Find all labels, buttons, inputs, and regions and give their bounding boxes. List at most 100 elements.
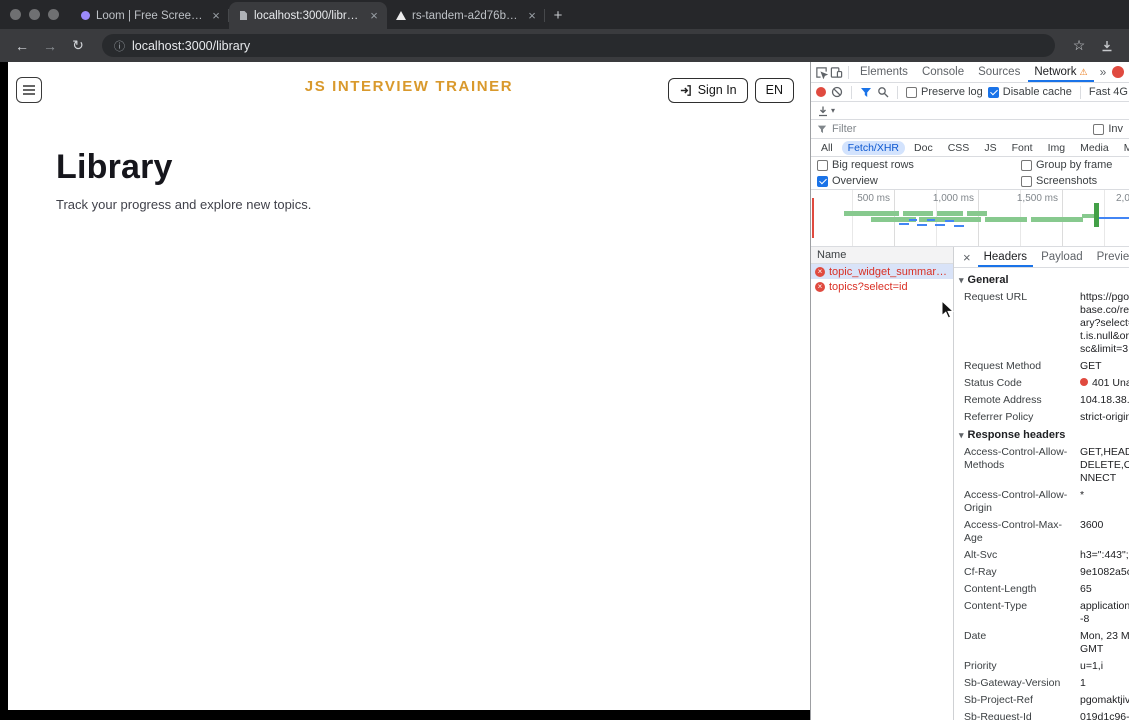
browser-window: Loom | Free Screen & Video R × localhost… <box>0 0 1129 720</box>
network-filter-bar: Inv <box>811 120 1129 139</box>
page-favicon <box>238 11 248 21</box>
timeline-label: 1,500 ms <box>1016 193 1058 204</box>
page-main: Library Track your progress and explore … <box>8 108 810 212</box>
more-panels-icon[interactable]: » <box>1096 65 1111 79</box>
request-row[interactable]: × topic_widget_summary?sele… <box>811 264 953 279</box>
type-filter-img[interactable]: Img <box>1042 141 1072 155</box>
sign-in-label: Sign In <box>697 83 737 97</box>
window-maximize-button[interactable] <box>48 9 59 20</box>
inspect-element-icon[interactable] <box>815 66 828 79</box>
filter-funnel-icon[interactable] <box>860 86 872 98</box>
general-section-header[interactable]: ▾ General <box>954 271 1129 289</box>
filter-input[interactable] <box>832 123 1089 135</box>
request-type-filters: All Fetch/XHR Doc CSS JS Font Img Media … <box>811 139 1129 157</box>
chevron-down-icon[interactable]: ▾ <box>831 106 835 115</box>
site-content: JS INTERVIEW TRAINER Sign In EN Library … <box>8 62 810 710</box>
browser-tab-localhost[interactable]: localhost:3000/library × <box>229 2 387 29</box>
language-label: EN <box>765 83 783 97</box>
devtools-tab-console[interactable]: Console <box>916 62 970 82</box>
network-options-row-2: Overview Screenshots <box>811 173 1129 190</box>
devtools-tab-network[interactable]: Network ⚠ <box>1028 62 1093 82</box>
type-filter-font[interactable]: Font <box>1006 141 1039 155</box>
back-button[interactable]: ← <box>10 34 34 58</box>
site-info-icon[interactable]: ⓘ <box>114 38 125 54</box>
record-button[interactable] <box>816 87 826 97</box>
page-subtitle: Track your progress and explore new topi… <box>56 197 312 212</box>
page-area: JS INTERVIEW TRAINER Sign In EN Library … <box>0 62 810 720</box>
headers-detail-body: ▾ General Request URL https://pgom base.… <box>954 268 1129 720</box>
clear-network-log-icon[interactable] <box>831 86 843 98</box>
preserve-log-checkbox[interactable]: Preserve log <box>906 86 983 98</box>
tab-close-icon[interactable]: × <box>209 9 223 22</box>
disable-cache-checkbox[interactable]: Disable cache <box>987 86 1072 98</box>
sign-in-button[interactable]: Sign In <box>667 77 748 103</box>
header-row: Remote Address 104.18.38.10:443 <box>964 394 1129 406</box>
type-filter-fetch-xhr[interactable]: Fetch/XHR <box>841 140 906 155</box>
big-request-rows-checkbox[interactable]: Big request rows <box>817 159 1021 171</box>
requests-name-column-header[interactable]: Name <box>811 247 953 264</box>
type-filter-manifest[interactable]: Manifest <box>1118 141 1129 155</box>
detail-tab-headers[interactable]: Headers <box>978 247 1033 267</box>
network-main: Name × topic_widget_summary?sele… × topi… <box>811 247 1129 720</box>
screenshots-checkbox[interactable]: Screenshots <box>1021 175 1097 187</box>
header-row: Sb-Project-Ref pgomaktjivm <box>964 694 1129 706</box>
timeline-label: 1,000 ms <box>932 193 974 204</box>
device-toolbar-icon[interactable] <box>830 66 843 79</box>
network-options-row-1: Big request rows Group by frame <box>811 157 1129 173</box>
timeline-label: 2,0 <box>1116 193 1129 204</box>
header-row: Sb-Request-Id 019d1c96-e f0bd82387 <box>964 711 1129 720</box>
page-title: Library <box>56 148 173 186</box>
type-filter-media[interactable]: Media <box>1074 141 1115 155</box>
close-detail-icon[interactable]: × <box>958 250 976 265</box>
tab-close-icon[interactable]: × <box>525 9 539 22</box>
throttling-select[interactable]: Fast 4G ▾ <box>1089 86 1129 98</box>
forward-button[interactable]: → <box>38 34 62 58</box>
overview-checkbox[interactable]: Overview <box>817 175 1021 187</box>
vercel-favicon <box>396 11 406 21</box>
status-error-dot <box>1080 378 1088 386</box>
network-overview-timeline[interactable]: 500 ms 1,000 ms 1,500 ms 2,0 <box>811 190 1129 247</box>
invert-filter-checkbox[interactable]: Inv <box>1093 123 1123 135</box>
detail-tab-preview[interactable]: Preview <box>1091 247 1129 267</box>
window-controls <box>0 0 71 29</box>
browser-tab-loom[interactable]: Loom | Free Screen & Video R × <box>71 2 229 29</box>
browser-tabs: Loom | Free Screen & Video R × localhost… <box>71 0 545 29</box>
downloads-icon[interactable] <box>1095 34 1119 58</box>
devtools-tab-elements[interactable]: Elements <box>854 62 914 82</box>
group-by-frame-checkbox[interactable]: Group by frame <box>1021 159 1112 171</box>
site-header: JS INTERVIEW TRAINER Sign In EN <box>8 62 810 108</box>
header-row: Referrer Policy strict-origin-when-cross… <box>964 411 1129 423</box>
type-filter-all[interactable]: All <box>815 141 839 155</box>
disclosure-triangle-icon: ▾ <box>959 274 964 285</box>
response-headers-section-header[interactable]: ▾ Response headers <box>954 426 1129 444</box>
network-conditions-row: ▾ <box>811 102 1129 120</box>
tab-strip: Loom | Free Screen & Video R × localhost… <box>0 0 1129 29</box>
bookmark-star-icon[interactable]: ☆ <box>1067 34 1091 58</box>
new-tab-button[interactable]: + <box>545 7 571 29</box>
browser-tab-vercel[interactable]: rs-tandem-a2d76b9zu-anas × <box>387 2 545 29</box>
search-icon[interactable] <box>877 86 889 98</box>
window-minimize-button[interactable] <box>29 9 40 20</box>
header-row: Request Method GET <box>964 360 1102 372</box>
request-error-icon: × <box>815 281 825 292</box>
header-row: Content-Type application/ -8 <box>964 600 1129 625</box>
window-close-button[interactable] <box>10 9 21 20</box>
type-filter-js[interactable]: JS <box>978 141 1002 155</box>
type-filter-doc[interactable]: Doc <box>908 141 939 155</box>
reload-button[interactable]: ↻ <box>66 34 90 58</box>
header-row: Cf-Ray 9e1082a5cb <box>964 566 1129 578</box>
header-row: Date Mon, 23 Ma GMT <box>964 630 1129 655</box>
devtools-tab-sources[interactable]: Sources <box>972 62 1026 82</box>
request-row[interactable]: × topics?select=id <box>811 279 953 294</box>
import-har-icon[interactable] <box>817 105 829 117</box>
detail-tab-payload[interactable]: Payload <box>1035 247 1089 267</box>
tab-close-icon[interactable]: × <box>367 9 381 22</box>
type-filter-css[interactable]: CSS <box>942 141 976 155</box>
throttling-warning-icon: ⚠ <box>1079 66 1088 77</box>
language-button[interactable]: EN <box>754 77 794 103</box>
error-count-badge[interactable] <box>1112 66 1125 78</box>
header-row: Access-Control-Allow-Origin * <box>964 489 1085 514</box>
header-row: Sb-Gateway-Version 1 <box>964 677 1086 689</box>
address-bar[interactable]: ⓘ localhost:3000/library <box>102 34 1055 57</box>
detail-tabs: × Headers Payload Preview <box>954 247 1129 268</box>
